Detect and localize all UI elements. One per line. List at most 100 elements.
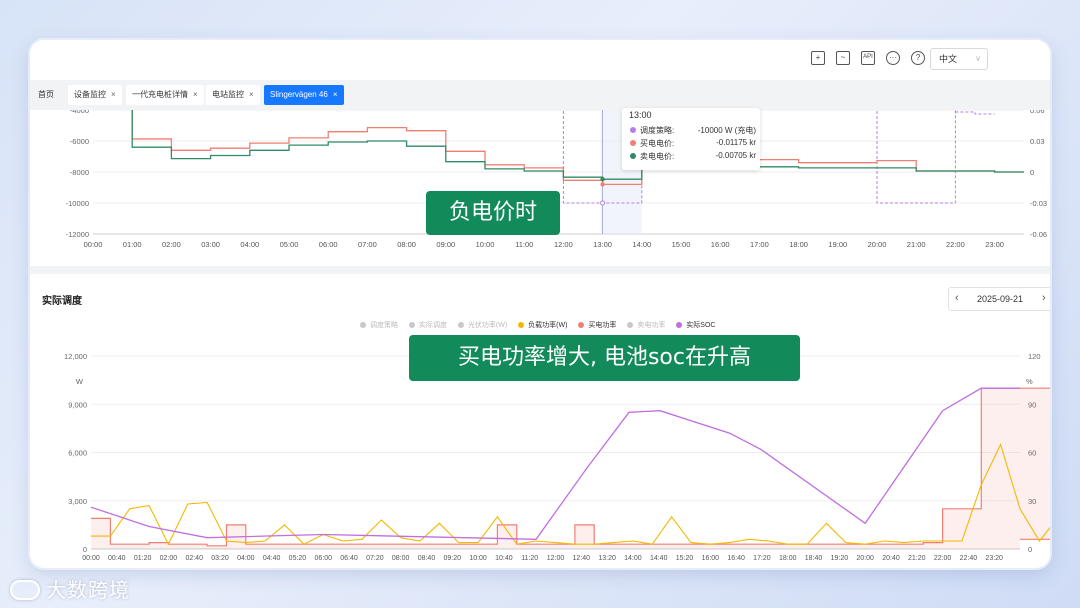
tab-label: 设备监控 <box>74 90 106 99</box>
x-tick-label: 16:00 <box>711 240 730 249</box>
x-tick-label: 22:00 <box>934 555 952 562</box>
price-strategy-chart: -4000 -6000 -8000 -10000 -12000 0.06 0.03 0 -0.0… <box>66 110 1047 249</box>
legend-label: 实际SOC <box>686 322 716 329</box>
x-tick-label: 12:00 <box>547 555 565 562</box>
legend-label: 实际调度 <box>418 322 447 329</box>
tab-charger-detail[interactable]: 一代充电桩详情 × <box>126 85 204 105</box>
chevron-right-icon[interactable]: › <box>1042 292 1046 304</box>
x-tick-label: 02:00 <box>162 240 181 249</box>
x-tick-label: 12:00 <box>554 240 573 249</box>
x-tick-label: 15:00 <box>672 240 691 249</box>
more-icon[interactable]: ··· <box>886 51 900 65</box>
legend-item-actual-schedule[interactable]: 实际调度 <box>408 320 447 330</box>
tab-station-monitor[interactable]: 电站监控 × <box>206 85 260 105</box>
x-tick-label: 02:00 <box>160 555 178 562</box>
y-tick-label: -6000 <box>70 137 89 146</box>
chart-legend: 调度策略 实际调度 光伏功率(W) 负载功率(W) 买电功率 卖电功率 实际SO… <box>360 320 724 332</box>
language-select[interactable]: 中文 ∨ <box>930 48 988 70</box>
tooltip-label: 调度策略: <box>640 126 675 135</box>
x-tick-label: 18:00 <box>789 240 808 249</box>
date-value: 2025-09-21 <box>977 294 1024 304</box>
x-tick-label: 06:00 <box>314 555 332 562</box>
x-tick-label: 08:00 <box>397 240 416 249</box>
strategy-point <box>600 200 606 206</box>
y2-axis-unit: % <box>1026 377 1033 386</box>
x-tick-label: 14:40 <box>650 555 668 562</box>
y2-tick-label: -0.06 <box>1030 230 1047 239</box>
tooltip-row: 买电电价: -0.01175 kr <box>630 137 756 149</box>
x-tick-label: 18:40 <box>805 555 823 562</box>
y-tick-label: 6,000 <box>68 449 87 458</box>
api-icon[interactable]: API <box>861 51 875 65</box>
close-icon[interactable]: × <box>249 90 254 99</box>
tab-label: 电站监控 <box>212 90 244 99</box>
legend-item-sell-power[interactable]: 卖电功率 <box>627 320 665 330</box>
x-tick-label: 09:20 <box>444 555 462 562</box>
date-picker[interactable]: ‹ 2025-09-21 › <box>948 287 1050 311</box>
tab-device-monitor[interactable]: 设备监控 × <box>68 85 122 105</box>
tooltip-value: -10000 W (充电) <box>697 126 756 135</box>
y-tick-label: -4000 <box>70 110 89 115</box>
close-icon[interactable]: × <box>111 90 116 99</box>
legend-label: 调度策略 <box>370 322 398 329</box>
legend-dot <box>578 322 585 328</box>
legend-dot <box>630 140 636 146</box>
legend-item-buy-power[interactable]: 买电功率 <box>578 320 616 330</box>
chart-tooltip: 13:00 调度策略: -10000 W (充电) 买电电价: -0.01175… <box>622 108 760 170</box>
y-tick-label: -12000 <box>66 230 89 239</box>
y-tick-label: 0 <box>83 545 87 554</box>
x-tick-label: 10:40 <box>495 555 513 562</box>
x-tick-label: 04:00 <box>240 240 259 249</box>
tooltip-title: 13:00 <box>629 110 652 120</box>
y2-tick-label: -0.03 <box>1030 199 1047 208</box>
price-point <box>600 182 605 187</box>
legend-dot <box>630 153 636 159</box>
close-icon[interactable]: × <box>193 90 198 99</box>
x-tick-label: 09:00 <box>436 240 455 249</box>
callout-buy-power-soc: 买电功率增大, 电池soc在升高 <box>409 335 800 381</box>
legend-item-load-power[interactable]: 负载功率(W) <box>518 320 567 330</box>
x-tick-label: 19:20 <box>831 555 849 562</box>
x-tick-label: 00:00 <box>82 555 100 562</box>
tooltip-value: -0.01175 kr <box>716 138 756 147</box>
y2-tick-label: 0 <box>1028 545 1032 554</box>
x-tick-label: 23:00 <box>985 240 1004 249</box>
x-tick-label: 03:20 <box>211 555 229 562</box>
x-tick-label: 18:00 <box>779 555 797 562</box>
x-tick-label: 12:40 <box>573 555 591 562</box>
tab-home[interactable]: 首页 <box>32 85 60 105</box>
y2-tick-label: 120 <box>1028 352 1041 361</box>
close-icon[interactable]: × <box>333 90 338 99</box>
legend-dot <box>408 322 415 328</box>
add-icon[interactable]: + <box>811 51 825 65</box>
legend-dot <box>518 322 525 328</box>
x-tick-label: 04:00 <box>237 555 255 562</box>
buy-power-series-line <box>91 387 1050 547</box>
y-tick-label: 12,000 <box>64 352 87 361</box>
tooltip-row: 调度策略: -10000 W (充电) <box>630 124 756 136</box>
help-icon[interactable]: ? <box>911 51 925 65</box>
legend-label: 光伏功率(W) <box>467 322 508 329</box>
x-tick-label: 02:40 <box>185 555 203 562</box>
tab-slingervagen[interactable]: Slingervägen 46 × <box>264 85 344 105</box>
legend-dot <box>627 322 634 328</box>
tab-label: Slingervägen 46 <box>270 90 328 99</box>
chart-icon[interactable]: ~ <box>836 51 850 65</box>
x-tick-label: 22:40 <box>960 555 978 562</box>
legend-item-pv-power[interactable]: 光伏功率(W) <box>457 320 508 330</box>
price-point <box>600 177 605 182</box>
x-tick-label: 08:00 <box>392 555 410 562</box>
x-tick-label: 19:00 <box>828 240 847 249</box>
legend-item-actual-soc[interactable]: 实际SOC <box>676 320 715 330</box>
y-tick-label: -8000 <box>70 168 89 177</box>
tab-bar: 首页 设备监控 × 一代充电桩详情 × 电站监控 × Slingervägen 46 × <box>30 80 1050 110</box>
legend-item-schedule-strategy[interactable]: 调度策略 <box>360 320 398 330</box>
x-tick-label: 21:20 <box>908 555 926 562</box>
y-tick-label: 3,000 <box>68 497 87 506</box>
callout-negative-price: 负电价时 <box>426 191 560 235</box>
x-tick-label: 05:20 <box>289 555 307 562</box>
x-tick-label: 06:40 <box>340 555 358 562</box>
chevron-left-icon[interactable]: ‹ <box>955 292 959 304</box>
tooltip-value: -0.00705 kr <box>715 151 756 160</box>
x-tick-label: 13:20 <box>598 555 616 562</box>
